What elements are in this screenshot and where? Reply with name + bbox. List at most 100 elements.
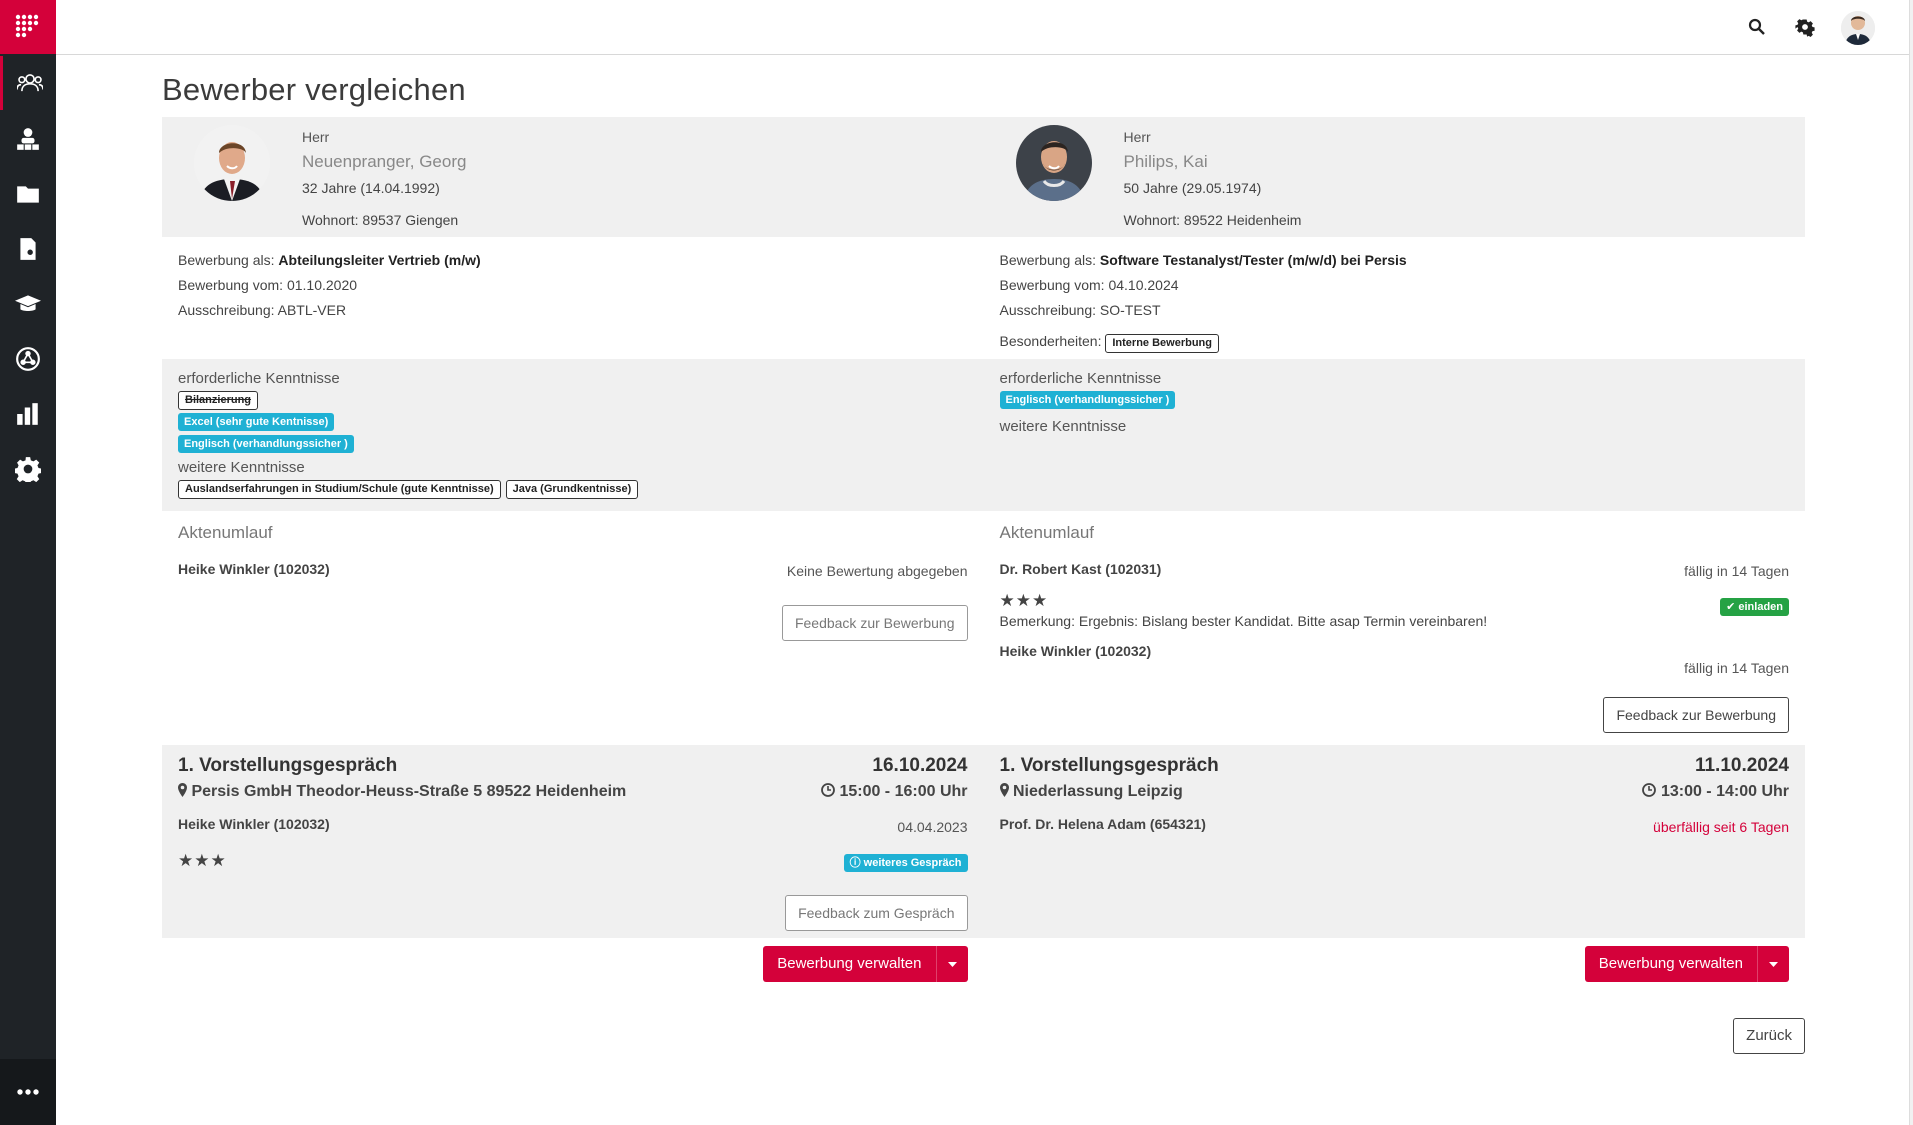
- user-avatar[interactable]: [1841, 11, 1875, 45]
- application-label: Bewerbung als:: [178, 252, 275, 268]
- akten-status: fällig in 14 Tagen: [1684, 660, 1789, 676]
- logo-dots-icon: [15, 14, 39, 38]
- interview-location: Persis GmbH Theodor-Heuss-Straße 5 89522…: [191, 783, 627, 800]
- page-title: Bewerber vergleichen: [162, 72, 466, 107]
- manage-application-button-group: Bewerbung verwalten: [763, 946, 968, 982]
- actions-band: Bewerbung verwalten Bewerbung verwalten: [162, 938, 1805, 1024]
- interview-time: 15:00 - 16:00 Uhr: [839, 783, 968, 800]
- candidate-age: 32 Jahre (14.04.1992): [302, 180, 440, 196]
- interview-person: Heike Winkler (102032): [178, 816, 330, 832]
- sidebar: [0, 0, 56, 1125]
- rating-stars: ★★★: [178, 851, 227, 870]
- interview-band: 1. Vorstellungsgespräch 16.10.2024 Persi…: [162, 745, 1805, 938]
- skill-tag: Java (Grundkentnisse): [505, 479, 639, 499]
- interview-title: 1. Vorstellungsgespräch: [178, 755, 398, 776]
- interview-time: 13:00 - 14:00 Uhr: [1660, 783, 1789, 800]
- interview-title: 1. Vorstellungsgespräch: [999, 755, 1219, 776]
- special-label: Besonderheiten:: [999, 333, 1102, 349]
- clock-icon: [1642, 783, 1657, 802]
- akten-title: Aktenumlauf: [178, 523, 273, 542]
- required-skills-heading: erforderliche Kenntnisse: [999, 370, 1162, 387]
- skill-tag: Auslandserfahrungen in Studium/Schule (g…: [178, 479, 501, 499]
- salutation: Herr: [1123, 129, 1151, 145]
- skill-tag: Englisch (verhandlungssicher ): [178, 435, 354, 453]
- sidebar-item-dokumente[interactable]: [0, 222, 56, 276]
- skills-band: erforderliche Kenntnisse Bilanzierung Ex…: [162, 359, 1805, 511]
- akten-status: fällig in 14 Tagen: [1684, 563, 1789, 579]
- feedback-application-button[interactable]: Feedback zur Bewerbung: [781, 605, 968, 641]
- users-icon: [16, 74, 43, 92]
- interview-person: Prof. Dr. Helena Adam (654321): [999, 816, 1206, 832]
- footer-actions: Zurück: [162, 1018, 1805, 1074]
- further-skills-heading: weitere Kenntnisse: [178, 459, 305, 476]
- manage-application-dropdown[interactable]: [1757, 946, 1789, 982]
- check-circle-icon: ✔: [1726, 601, 1736, 613]
- candidate-left: Herr Neuenpranger, Georg 32 Jahre (14.04…: [162, 117, 984, 237]
- skill-tag: Excel (sehr gute Kentnisse): [178, 413, 335, 431]
- gear-icon: [15, 457, 41, 482]
- graduation-cap-icon: [15, 295, 41, 312]
- skill-tag: Bilanzierung: [178, 390, 259, 410]
- sidebar-more[interactable]: [0, 1059, 56, 1125]
- akten-status: Keine Bewertung abgegeben: [786, 563, 968, 579]
- more-icon: [17, 1089, 39, 1095]
- manage-application-button[interactable]: Bewerbung verwalten: [1584, 946, 1757, 982]
- application-date: Bewerbung vom: 01.10.2020: [178, 277, 358, 293]
- bar-chart-icon: [17, 403, 38, 425]
- candidate-residence: Wohnort: 89537 Giengen: [302, 212, 459, 228]
- info-circle-icon: ⓘ: [849, 857, 861, 869]
- org-icon: [17, 128, 39, 150]
- search-icon[interactable]: [1747, 17, 1767, 37]
- person-band: Herr Neuenpranger, Georg 32 Jahre (14.04…: [162, 117, 1805, 237]
- application-band: Bewerbung als: Abteilungsleiter Vertrieb…: [162, 237, 1805, 359]
- sidebar-item-ordner[interactable]: [0, 167, 56, 221]
- application-title: Software Testanalyst/Tester (m/w/d) bei …: [1099, 252, 1407, 268]
- interview-date: 11.10.2024: [1694, 755, 1789, 776]
- interview-person-date: 04.04.2023: [897, 819, 968, 835]
- manage-application-button[interactable]: Bewerbung verwalten: [763, 946, 936, 982]
- sidebar-item-organisation[interactable]: [0, 112, 56, 166]
- akten-remark: Bemerkung: Ergebnis: Bislang bester Kand…: [999, 613, 1488, 629]
- candidate-name: Neuenpranger, Georg: [302, 152, 467, 171]
- candidate-photo-right: [1015, 125, 1092, 201]
- application-title: Abteilungsleiter Vertrieb (m/w): [278, 252, 481, 268]
- candidate-photo-left: [194, 125, 270, 201]
- invite-badge-label: einladen: [1738, 601, 1783, 613]
- akten-reviewer: Dr. Robert Kast (102031): [999, 561, 1162, 577]
- map-marker-icon: [178, 783, 187, 802]
- clock-icon: [821, 783, 835, 802]
- skill-tag: Englisch (verhandlungssicher ): [999, 391, 1176, 409]
- further-talk-badge: ⓘ weiteres Gespräch: [843, 853, 968, 872]
- settings-gear-icon[interactable]: [1795, 17, 1815, 37]
- sidebar-item-schulung[interactable]: [0, 277, 56, 331]
- manage-application-dropdown[interactable]: [935, 946, 968, 982]
- candidate-name: Philips, Kai: [1123, 152, 1208, 171]
- sidebar-item-einstellungen[interactable]: [0, 442, 56, 496]
- akten-band: Aktenumlauf Heike Winkler (102032) Keine…: [162, 511, 1805, 745]
- scrollbar-track[interactable]: [1909, 0, 1913, 1125]
- interview-location: Niederlassung Leipzig: [1012, 783, 1183, 800]
- document-icon: [20, 238, 36, 260]
- further-talk-badge-label: weiteres Gespräch: [863, 857, 962, 869]
- back-button[interactable]: Zurück: [1733, 1018, 1805, 1054]
- application-label: Bewerbung als:: [999, 252, 1097, 268]
- map-marker-icon: [999, 783, 1009, 802]
- salutation: Herr: [302, 129, 330, 145]
- further-skills-heading: weitere Kenntnisse: [999, 418, 1127, 435]
- akten-title: Aktenumlauf: [999, 523, 1095, 542]
- application-date: Bewerbung vom: 04.10.2024: [999, 277, 1179, 293]
- invite-badge: ✔ einladen: [1720, 597, 1789, 616]
- akten-reviewer: Heike Winkler (102032): [999, 643, 1152, 659]
- sidebar-item-statistik[interactable]: [0, 387, 56, 441]
- avatar-image: [1841, 11, 1875, 45]
- top-bar: [56, 0, 1913, 55]
- candidate-right: Herr Philips, Kai 50 Jahre (29.05.1974) …: [984, 117, 1806, 237]
- feedback-interview-button[interactable]: Feedback zum Gespräch: [785, 895, 968, 931]
- interview-overdue: überfällig seit 6 Tagen: [1653, 819, 1789, 835]
- required-skills-heading: erforderliche Kenntnisse: [178, 370, 340, 387]
- caret-down-icon: [947, 961, 957, 967]
- sidebar-item-bewerber[interactable]: [0, 56, 56, 110]
- app-logo[interactable]: [0, 0, 56, 54]
- sidebar-item-netzwerk[interactable]: [0, 332, 56, 386]
- feedback-application-button[interactable]: Feedback zur Bewerbung: [1603, 697, 1789, 733]
